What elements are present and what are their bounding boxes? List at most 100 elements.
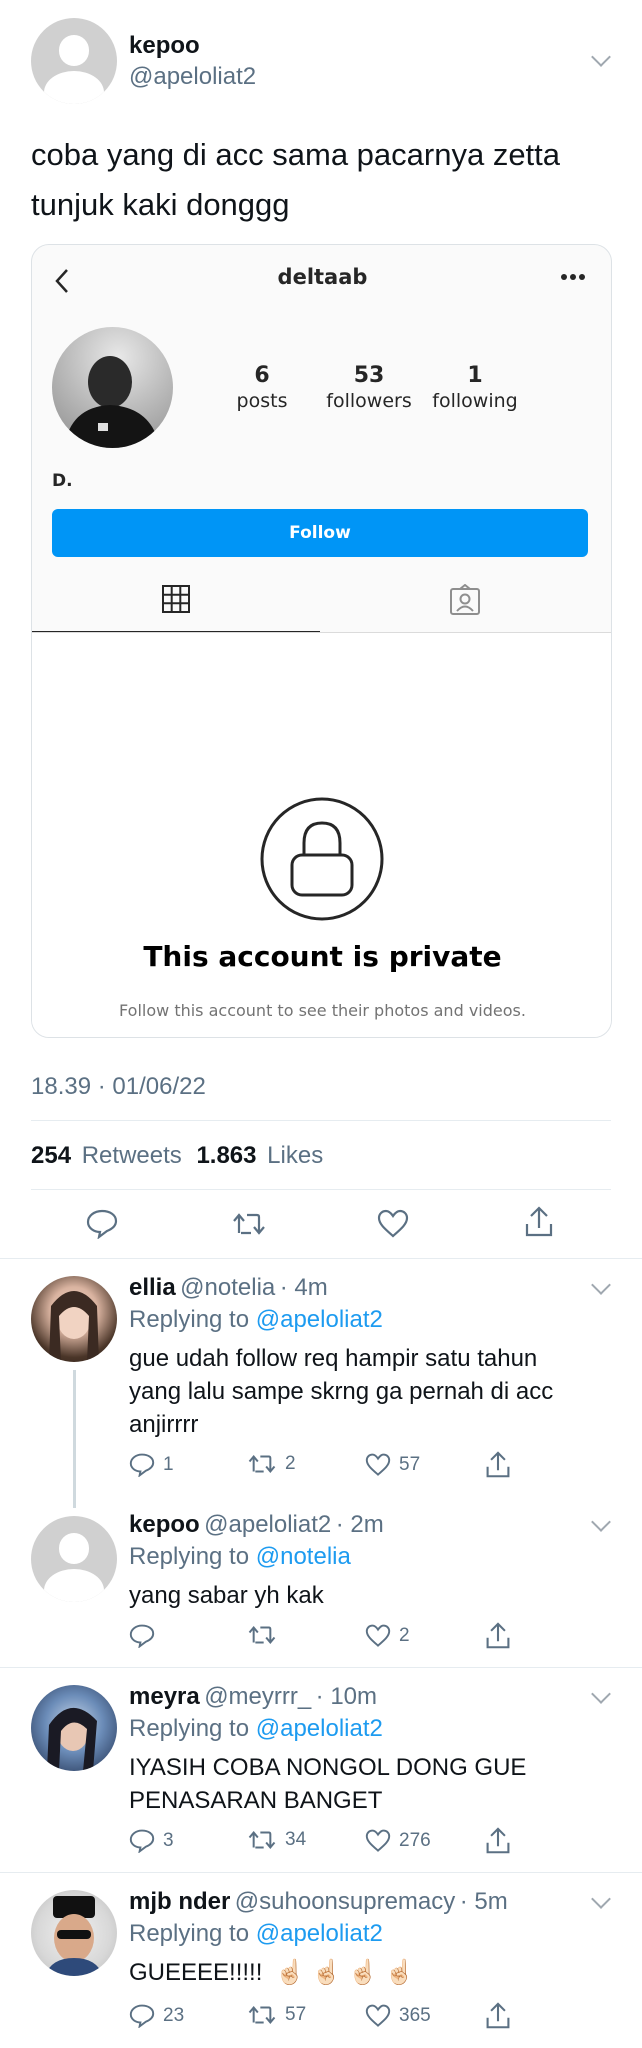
reply-menu-chevron-icon[interactable] [591, 1512, 611, 1532]
reply-author-name[interactable]: kepoo [129, 1511, 200, 1538]
reply-text-line: IYASIH COBA NONGOL DONG GUE [129, 1754, 527, 1781]
like-count[interactable]: 276 [365, 1829, 431, 1853]
heart-icon [365, 1624, 391, 1647]
tweet-menu-chevron-icon[interactable] [591, 47, 611, 67]
more-options-icon [560, 273, 586, 281]
like-count[interactable]: 365 [365, 2004, 431, 2028]
replying-to: Replying to @apeloliat2 [129, 1715, 383, 1743]
author-name[interactable]: kepoo [129, 32, 200, 60]
reply-menu-chevron-icon[interactable] [591, 1684, 611, 1704]
reply-text-line: anjirrrr [129, 1411, 199, 1438]
retweet-count-value: 2 [285, 1453, 296, 1474]
reply-time[interactable]: · 2m [336, 1511, 384, 1538]
reply-header: meyra @meyrrr_ · 10m [129, 1683, 377, 1711]
reply-avatar[interactable] [31, 1516, 117, 1602]
reply-time[interactable]: · 5m [460, 1888, 508, 1915]
retweet-icon [248, 1830, 276, 1850]
reply-text: GUEEEE!!!!! ☝🏻 ☝🏻 ☝🏻 ☝🏻 [129, 1956, 415, 1989]
share-icon[interactable] [485, 1827, 511, 1855]
replying-to-link[interactable]: @notelia [256, 1543, 351, 1570]
like-count-value: 2 [399, 1625, 410, 1646]
heart-icon [365, 2004, 391, 2027]
pointing-up-emoji: ☝🏻 ☝🏻 ☝🏻 ☝🏻 [275, 1959, 415, 1986]
share-icon[interactable] [485, 1622, 511, 1650]
reply-author-handle[interactable]: @apeloliat2 [204, 1511, 331, 1538]
reply-author-name[interactable]: ellia [129, 1274, 176, 1301]
grid-tab-icon [161, 584, 191, 614]
retweets-count[interactable]: 254 [31, 1142, 71, 1169]
replying-to-link[interactable]: @apeloliat2 [256, 1715, 383, 1742]
share-icon[interactable] [485, 1451, 511, 1479]
follow-button: Follow [52, 509, 588, 557]
reply-count[interactable]: 3 [129, 1829, 174, 1853]
replying-to-link[interactable]: @apeloliat2 [256, 1920, 383, 1947]
retweet-icon [248, 1625, 276, 1645]
replying-to-link[interactable]: @apeloliat2 [256, 1306, 383, 1333]
engagement-stats: 254 Retweets 1.863 Likes [31, 1142, 323, 1170]
ig-profile-picture [52, 327, 173, 448]
likes-label[interactable]: Likes [267, 1142, 323, 1169]
reply-menu-chevron-icon[interactable] [591, 1275, 611, 1295]
replying-to-label: Replying to [129, 1715, 250, 1742]
reply-header: ellia @notelia · 4m [129, 1274, 328, 1302]
reply-author-handle[interactable]: @notelia [180, 1274, 275, 1301]
reply-count[interactable]: 23 [129, 2004, 184, 2028]
likes-count[interactable]: 1.863 [196, 1142, 256, 1169]
reply-count[interactable]: 1 [129, 1453, 174, 1477]
tagged-tab-icon [449, 584, 481, 616]
stats-divider-bottom [31, 1189, 611, 1190]
retweets-label[interactable]: Retweets [82, 1142, 182, 1169]
reply-author-handle[interactable]: @meyrrr_ [204, 1683, 311, 1710]
retweet-button[interactable] [231, 1211, 267, 1237]
like-count-value: 365 [399, 2005, 431, 2026]
reply-header: kepoo @apeloliat2 · 2m [129, 1511, 384, 1539]
tweet-text-line: tunjuk kaki donggg [31, 187, 290, 222]
retweet-count[interactable]: 34 [247, 1829, 306, 1851]
reply-count[interactable] [129, 1624, 155, 1648]
reply-text: IYASIH COBA NONGOL DONG GUE PENASARAN BA… [129, 1751, 526, 1817]
retweet-count[interactable]: 57 [247, 2004, 306, 2026]
author-avatar[interactable] [31, 18, 117, 104]
reply-button[interactable] [86, 1209, 118, 1239]
reply-text-line: gue udah follow req hampir satu tahun [129, 1345, 538, 1372]
like-count-value: 276 [399, 1830, 431, 1851]
reply-avatar[interactable] [31, 1685, 117, 1771]
replying-to: Replying to @apeloliat2 [129, 1306, 383, 1334]
replying-to: Replying to @notelia [129, 1543, 351, 1571]
reply-time[interactable]: · 4m [280, 1274, 328, 1301]
reply-count-value: 1 [163, 1454, 174, 1475]
reply-author-name[interactable]: meyra [129, 1683, 200, 1710]
like-count[interactable]: 57 [365, 1453, 420, 1477]
tweet-text: coba yang di acc sama pacarnya zetta tun… [31, 130, 621, 230]
section-divider [0, 1258, 642, 1259]
author-handle[interactable]: @apeloliat2 [129, 63, 256, 91]
reply-count-value: 3 [163, 1830, 174, 1851]
embedded-screenshot[interactable]: deltaab 6 posts 53 followers 1 following… [31, 244, 612, 1038]
retweet-count[interactable]: 2 [247, 1453, 296, 1475]
like-count[interactable]: 2 [365, 1624, 410, 1648]
reply-text-line: yang sabar yh kak [129, 1582, 324, 1609]
share-button[interactable] [524, 1206, 554, 1238]
reply-avatar[interactable] [31, 1890, 117, 1976]
reply-text: yang sabar yh kak [129, 1579, 324, 1612]
reply-avatar[interactable] [31, 1276, 117, 1362]
ig-display-name: D. [52, 471, 73, 491]
reply-time[interactable]: · 10m [316, 1683, 377, 1710]
retweet-count-value: 34 [285, 1829, 307, 1850]
reply-text-line: yang lalu sampe skrng ga pernah di acc [129, 1378, 554, 1405]
stat-following-label: following [432, 390, 518, 412]
lock-icon [260, 797, 384, 921]
reply-actions: 23 57 365 [129, 2002, 519, 2034]
retweet-count[interactable] [247, 1624, 277, 1646]
reply-menu-chevron-icon[interactable] [591, 1889, 611, 1909]
share-icon[interactable] [485, 2002, 511, 2030]
reply-text: gue udah follow req hampir satu tahun ya… [129, 1342, 553, 1441]
reply-author-name[interactable]: mjb nder [129, 1888, 230, 1915]
reply-icon [129, 1624, 155, 1648]
ig-username: deltaab [277, 265, 368, 289]
tweet-timestamp[interactable]: 18.39 · 01/06/22 [31, 1073, 206, 1101]
reply-author-handle[interactable]: @suhoonsupremacy [235, 1888, 455, 1915]
like-button[interactable] [377, 1209, 409, 1239]
section-divider [0, 1872, 642, 1873]
reply-header: mjb nder @suhoonsupremacy · 5m [129, 1888, 508, 1916]
